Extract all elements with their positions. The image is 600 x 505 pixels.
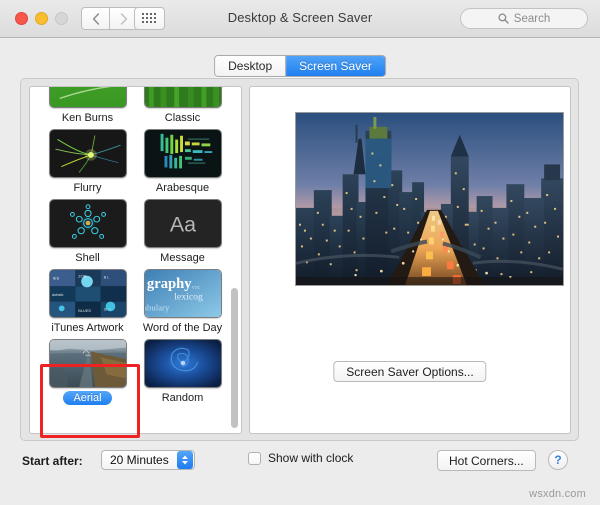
show-with-clock-checkbox[interactable] bbox=[248, 451, 261, 465]
main-panel: Ken Burns Classic Flurry Arabesque Shell… bbox=[20, 78, 579, 441]
help-button[interactable]: ? bbox=[548, 450, 568, 470]
start-after-value: 20 Minutes bbox=[110, 453, 169, 467]
svg-text:B L: B L bbox=[103, 276, 110, 280]
hot-corners-button[interactable]: Hot Corners... bbox=[437, 450, 536, 471]
svg-text:abulary: abulary bbox=[145, 302, 170, 312]
saver-thumbnail-itunes: IES ZOR B L dubstk BLUES SKA bbox=[48, 269, 127, 318]
saver-label: Random bbox=[161, 392, 204, 404]
saver-item-ken-burns[interactable]: Ken Burns bbox=[42, 87, 133, 125]
saver-label: Aerial bbox=[63, 391, 112, 405]
saver-label: iTunes Artwork bbox=[51, 322, 124, 334]
saver-item-word-of-the-day[interactable]: graphy lexicog voc abulary Word of the D… bbox=[137, 269, 228, 335]
saver-item-flurry[interactable]: Flurry bbox=[42, 129, 133, 195]
svg-text:IES: IES bbox=[52, 277, 59, 281]
saver-item-message[interactable]: Aa Message bbox=[137, 199, 228, 265]
saver-label: Flurry bbox=[73, 182, 102, 194]
show-with-clock-label: Show with clock bbox=[268, 451, 354, 465]
saver-item-random[interactable]: Random bbox=[137, 339, 228, 405]
saver-thumbnail-shell bbox=[48, 199, 127, 248]
show-with-clock-row[interactable]: Show with clock bbox=[248, 451, 353, 465]
saver-item-aerial[interactable]: Aerial bbox=[42, 339, 133, 405]
saver-item-shell[interactable]: Shell bbox=[42, 199, 133, 265]
saver-thumbnail-wotd: graphy lexicog voc abulary bbox=[143, 269, 222, 318]
saver-item-classic[interactable]: Classic bbox=[137, 87, 228, 125]
saver-thumbnail-aerial bbox=[48, 339, 127, 388]
saver-label: Ken Burns bbox=[61, 112, 114, 124]
scrollbar-thumb[interactable] bbox=[231, 288, 238, 428]
svg-text:voc: voc bbox=[191, 285, 200, 291]
svg-text:lexicog: lexicog bbox=[174, 292, 203, 303]
saver-label: Shell bbox=[75, 252, 100, 264]
screensaver-list[interactable]: Ken Burns Classic Flurry Arabesque Shell… bbox=[29, 86, 242, 434]
tab-desktop[interactable]: Desktop bbox=[215, 56, 286, 76]
preview-panel: Screen Saver Options... bbox=[249, 86, 571, 434]
svg-text:Aa: Aa bbox=[169, 213, 195, 237]
saver-label: Arabesque bbox=[155, 182, 210, 194]
saver-thumbnail-classic bbox=[143, 87, 222, 108]
search-icon bbox=[498, 13, 509, 24]
search-placeholder: Search bbox=[513, 12, 551, 25]
saver-thumbnail-random bbox=[143, 339, 222, 388]
segmented-tabs: Desktop Screen Saver bbox=[214, 55, 386, 77]
svg-text:dubstk: dubstk bbox=[51, 293, 63, 297]
tab-bar: Desktop Screen Saver bbox=[0, 38, 600, 77]
search-field[interactable]: Search bbox=[460, 8, 588, 29]
svg-text:ZOR: ZOR bbox=[78, 275, 86, 279]
watermark: wsxdn.com bbox=[529, 488, 586, 500]
saver-thumbnail-flurry bbox=[48, 129, 127, 178]
saver-label: Classic bbox=[164, 112, 201, 124]
saver-item-arabesque[interactable]: Arabesque bbox=[137, 129, 228, 195]
svg-text:BLUES: BLUES bbox=[78, 309, 91, 313]
saver-label: Word of the Day bbox=[142, 322, 223, 334]
screen-saver-options-button[interactable]: Screen Saver Options... bbox=[333, 361, 487, 382]
start-after-select[interactable]: 20 Minutes bbox=[101, 450, 195, 470]
svg-text:graphy: graphy bbox=[146, 276, 191, 292]
saver-label: Message bbox=[160, 252, 205, 264]
start-after-label: Start after: bbox=[22, 454, 83, 468]
preview-image bbox=[295, 112, 564, 286]
bottom-controls-bar: Start after: 20 Minutes Show with clock … bbox=[0, 441, 600, 505]
stepper-up-down-icon[interactable] bbox=[176, 451, 193, 469]
saver-thumbnail-message: Aa bbox=[143, 199, 222, 248]
screensaver-grid: Ken Burns Classic Flurry Arabesque Shell… bbox=[30, 87, 230, 409]
window-titlebar: Desktop & Screen Saver Search bbox=[0, 0, 600, 38]
list-scrollbar[interactable] bbox=[230, 90, 239, 430]
saver-thumbnail-arabesque bbox=[143, 129, 222, 178]
saver-item-itunes-artwork[interactable]: IES ZOR B L dubstk BLUES SKA bbox=[42, 269, 133, 335]
screen-root: Desktop & Screen Saver Search Desktop Sc… bbox=[0, 0, 600, 505]
saver-thumbnail-kenburns bbox=[48, 87, 127, 108]
tab-screen-saver[interactable]: Screen Saver bbox=[285, 56, 385, 76]
